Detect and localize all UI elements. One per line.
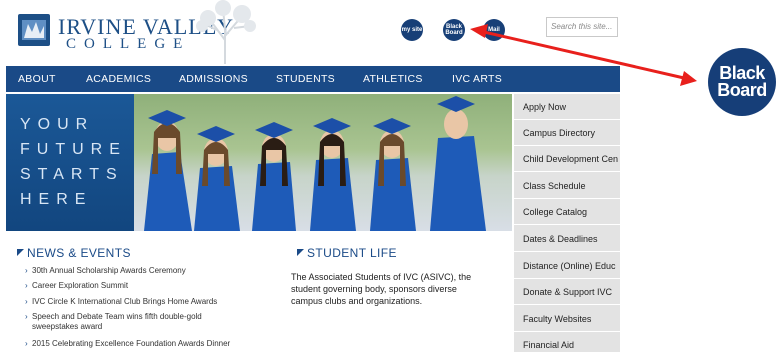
news-item-label: Career Exploration Summit	[32, 281, 129, 290]
section-triangle-icon	[297, 249, 304, 256]
bullet-icon: ›	[25, 312, 28, 321]
blackboard-callout-label: Black Board	[717, 63, 767, 100]
bullet-icon: ›	[25, 266, 28, 275]
sidebar-item-dates-deadlines[interactable]: Dates & Deadlines	[514, 226, 620, 252]
hero-word: HERE	[20, 191, 93, 208]
hero-tagline-panel: YOUR FUTURE STARTS HERE	[6, 94, 134, 231]
site-header: IRVINE VALLEY COLLEGE my site Black Boar…	[0, 0, 620, 64]
sidebar-item-faculty-websites[interactable]: Faculty Websites	[514, 306, 620, 332]
sidebar-item-child-development[interactable]: Child Development Cen	[514, 146, 620, 172]
news-item[interactable]: › IVC Circle K International Club Brings …	[25, 297, 252, 307]
hero-banner[interactable]: YOUR FUTURE STARTS HERE	[6, 94, 512, 231]
tree-icon	[196, 0, 256, 64]
sidebar-item-campus-directory[interactable]: Campus Directory	[514, 120, 620, 146]
blackboard-label: Black Board	[445, 24, 463, 36]
news-item-label: IVC Circle K International Club Brings H…	[32, 297, 218, 306]
nav-item-athletics[interactable]: ATHLETICS	[363, 66, 423, 92]
hero-word: YOUR	[20, 116, 95, 133]
news-section-title[interactable]: NEWS & EVENTS	[17, 246, 131, 260]
news-item[interactable]: › 30th Annual Scholarship Awards Ceremony	[25, 266, 252, 276]
search-input[interactable]: Search this site...	[546, 17, 618, 37]
bullet-icon: ›	[25, 297, 28, 306]
student-life-body: The Associated Students of IVC (ASIVC), …	[291, 272, 472, 306]
sidebar-item-donate-support[interactable]: Donate & Support IVC	[514, 279, 620, 305]
hero-word: STARTS	[20, 166, 124, 183]
nav-item-academics[interactable]: ACADEMICS	[86, 66, 151, 92]
nav-item-admissions[interactable]: ADMISSIONS	[179, 66, 248, 92]
mail-button[interactable]: Mail	[483, 19, 505, 41]
sidebar-item-distance-education[interactable]: Distance (Online) Educ	[514, 253, 620, 279]
hero-word: FUTURE	[20, 141, 127, 158]
sidebar-item-financial-aid[interactable]: Financial Aid	[514, 332, 620, 358]
my-site-button[interactable]: my site	[401, 19, 423, 41]
logo-subtitle[interactable]: COLLEGE	[66, 36, 190, 53]
main-nav: ABOUT ACADEMICS ADMISSIONS STUDENTS ATHL…	[6, 66, 620, 92]
sidebar-item-college-catalog[interactable]: College Catalog	[514, 199, 620, 225]
nav-item-students[interactable]: STUDENTS	[276, 66, 335, 92]
news-item[interactable]: › 2015 Celebrating Excellence Foundation …	[25, 339, 252, 349]
logo-icon[interactable]	[18, 14, 50, 46]
blackboard-button[interactable]: Black Board	[443, 19, 465, 41]
quick-links-sidebar: Apply Now Campus Directory Child Develop…	[514, 94, 620, 358]
news-item[interactable]: › Speech and Debate Team wins fifth doubl…	[25, 312, 212, 332]
graduates-photo	[134, 94, 512, 231]
graduates-illustration	[144, 96, 486, 231]
nav-item-about[interactable]: ABOUT	[18, 66, 56, 92]
bullet-icon: ›	[25, 281, 28, 290]
news-title-label: NEWS & EVENTS	[27, 246, 131, 260]
news-item[interactable]: › Career Exploration Summit	[25, 281, 252, 291]
sidebar-item-class-schedule[interactable]: Class Schedule	[514, 173, 620, 199]
my-site-label: my site	[401, 27, 423, 33]
mail-label: Mail	[488, 27, 500, 33]
news-item-label: Speech and Debate Team wins fifth double…	[32, 312, 202, 331]
student-life-title[interactable]: STUDENT LIFE	[297, 246, 397, 260]
news-item-label: 2015 Celebrating Excellence Foundation A…	[32, 339, 231, 348]
bullet-icon: ›	[25, 339, 28, 348]
news-item-label: 30th Annual Scholarship Awards Ceremony	[32, 266, 186, 275]
student-life-title-label: STUDENT LIFE	[307, 246, 397, 260]
section-triangle-icon	[17, 249, 24, 256]
nav-item-ivc-arts[interactable]: IVC ARTS	[452, 66, 502, 92]
blackboard-callout-icon: Black Board	[708, 48, 776, 116]
sidebar-item-apply-now[interactable]: Apply Now	[514, 94, 620, 120]
